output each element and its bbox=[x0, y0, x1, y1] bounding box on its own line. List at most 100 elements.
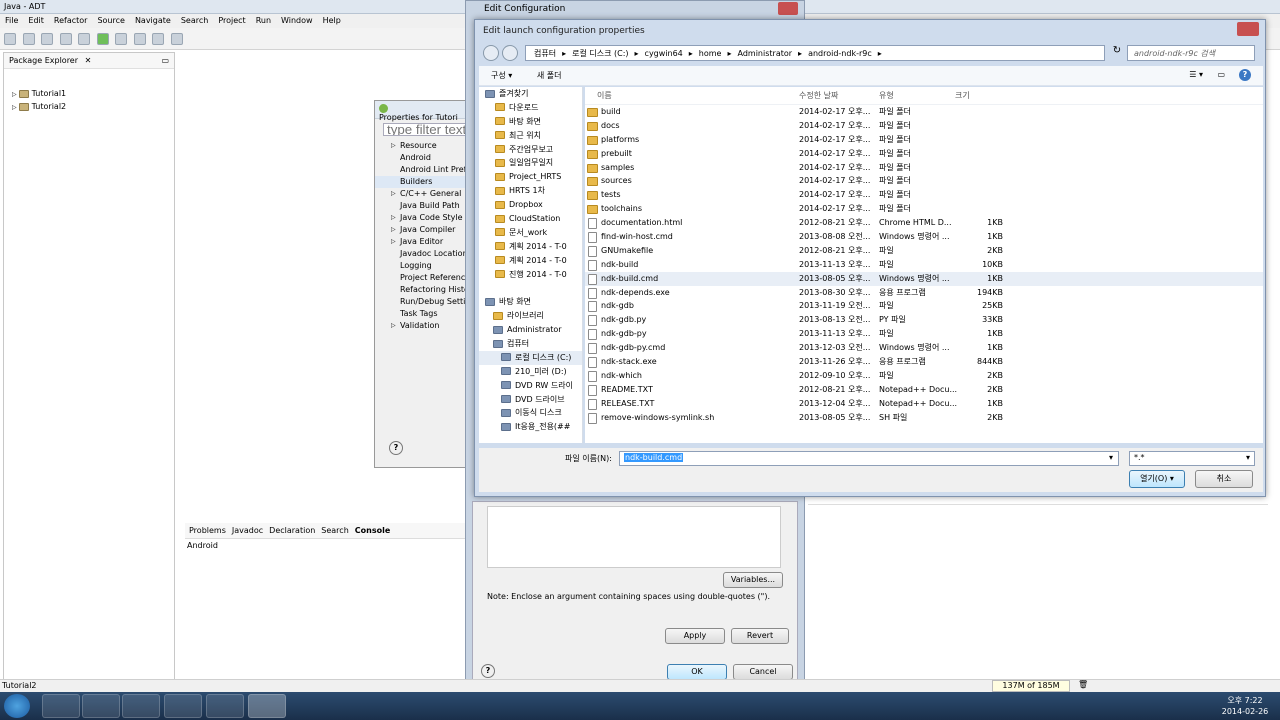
organize-button[interactable]: 구성 ▾ bbox=[491, 71, 512, 80]
properties-category[interactable]: ▷ Java Code Style bbox=[375, 212, 465, 224]
properties-category[interactable]: Run/Debug Setting bbox=[375, 296, 476, 308]
properties-category[interactable]: Task Tags bbox=[375, 308, 465, 320]
properties-category[interactable]: ▷ Java Editor bbox=[375, 236, 465, 248]
breadcrumb-item[interactable]: home bbox=[699, 49, 722, 58]
chevron-right-icon[interactable]: ▸ bbox=[635, 49, 639, 58]
help-icon[interactable]: ? bbox=[1239, 69, 1251, 81]
menu-item[interactable]: Project bbox=[218, 16, 245, 25]
nav-item[interactable]: 계획 2014 - T-0 bbox=[479, 254, 582, 268]
chevron-right-icon[interactable]: ▸ bbox=[562, 49, 566, 58]
file-row[interactable]: documentation.html 2012-08-21 오후... Chrome… bbox=[585, 216, 1263, 230]
android-sdk-icon[interactable] bbox=[59, 33, 72, 45]
folder-icon[interactable] bbox=[122, 694, 160, 718]
properties-category[interactable]: Android bbox=[375, 152, 465, 164]
expand-icon[interactable]: ▷ bbox=[391, 188, 396, 200]
file-row[interactable]: ndk-gdb-py 2013-11-13 오후... 파일 1KB bbox=[585, 327, 1263, 341]
menu-item[interactable]: Window bbox=[281, 16, 313, 25]
nav-item[interactable]: It응용_전용(## bbox=[479, 420, 582, 434]
back-icon[interactable] bbox=[152, 33, 165, 45]
variables-button[interactable]: Variables... bbox=[723, 572, 783, 588]
project-item[interactable]: ▷ Tutorial1 bbox=[4, 87, 174, 100]
breadcrumb-item[interactable]: 로컬 디스크 (C:) bbox=[572, 49, 628, 58]
clock[interactable]: 오후 7:22 2014-02-26 bbox=[1218, 695, 1272, 717]
back-icon[interactable] bbox=[483, 45, 499, 61]
menu-item[interactable]: Source bbox=[97, 16, 124, 25]
properties-category[interactable]: Android Lint Prefe bbox=[375, 164, 471, 176]
file-row[interactable]: samples 2014-02-17 오후... 파일 폴더 bbox=[585, 161, 1263, 175]
breadcrumb-item[interactable]: Administrator bbox=[738, 49, 793, 58]
project-item[interactable]: ▷ Tutorial2 bbox=[4, 100, 174, 113]
file-row[interactable]: build 2014-02-17 오후... 파일 폴더 bbox=[585, 105, 1263, 119]
file-row[interactable]: ndk-gdb.py 2013-08-13 오전... PY 파일 33KB bbox=[585, 313, 1263, 327]
file-row[interactable]: ndk-gdb 2013-11-19 오전... 파일 25KB bbox=[585, 299, 1263, 313]
properties-category[interactable]: Java Build Path bbox=[375, 200, 465, 212]
expand-icon[interactable]: ▷ bbox=[391, 236, 396, 248]
breadcrumb-item[interactable]: android-ndk-r9c bbox=[808, 49, 872, 58]
column-size[interactable]: 크기 bbox=[955, 87, 970, 105]
chevron-right-icon[interactable]: ▸ bbox=[727, 49, 731, 58]
chevron-right-icon[interactable]: ▸ bbox=[878, 49, 882, 58]
nav-item[interactable]: 즐겨찾기 bbox=[479, 87, 582, 101]
properties-category[interactable]: ▷ C/C++ General bbox=[375, 188, 465, 200]
close-icon[interactable]: ✕ bbox=[85, 56, 92, 65]
revert-button[interactable]: Revert bbox=[731, 628, 789, 644]
chevron-right-icon[interactable]: ▸ bbox=[689, 49, 693, 58]
file-row[interactable]: tests 2014-02-17 오후... 파일 폴더 bbox=[585, 188, 1263, 202]
properties-category[interactable]: ▷ Java Compiler bbox=[375, 224, 465, 236]
close-icon[interactable] bbox=[1237, 22, 1259, 36]
run-icon[interactable] bbox=[96, 33, 109, 45]
nav-item[interactable]: 문서_work bbox=[479, 226, 582, 240]
taskbar-app-icon[interactable] bbox=[42, 694, 80, 718]
file-row[interactable]: README.TXT 2012-08-21 오후... Notepad++ Docu… bbox=[585, 383, 1263, 397]
file-row[interactable]: GNUmakefile 2012-08-21 오후... 파일 2KB bbox=[585, 244, 1263, 258]
file-row[interactable]: ndk-build 2013-11-13 오후... 파일 10KB bbox=[585, 258, 1263, 272]
eclipse-icon[interactable] bbox=[248, 694, 286, 718]
properties-category[interactable]: ▷ Validation bbox=[375, 320, 465, 332]
forward-icon[interactable] bbox=[502, 45, 518, 61]
nav-item[interactable]: CloudStation bbox=[479, 212, 582, 226]
file-row[interactable]: ndk-depends.exe 2013-08-30 오후... 응용 프로그램 19… bbox=[585, 286, 1263, 300]
search-input[interactable]: android-ndk-r9c 검색 bbox=[1127, 45, 1255, 61]
nav-item[interactable]: Project_HRTS bbox=[479, 170, 582, 184]
ok-button[interactable]: OK bbox=[667, 664, 727, 680]
chevron-right-icon[interactable]: ▸ bbox=[798, 49, 802, 58]
breadcrumb-item[interactable]: cygwin64 bbox=[645, 49, 683, 58]
gc-icon[interactable]: 🗑 bbox=[1078, 680, 1088, 689]
expand-icon[interactable]: ▷ bbox=[12, 104, 17, 111]
nav-item[interactable]: 다운로드 bbox=[479, 101, 582, 115]
file-row[interactable]: platforms 2014-02-17 오후... 파일 폴더 bbox=[585, 133, 1263, 147]
nav-item[interactable]: DVD 드라이브 bbox=[479, 393, 582, 407]
expand-icon[interactable]: ▷ bbox=[391, 224, 396, 236]
nav-item[interactable]: 바탕 화면 bbox=[479, 115, 582, 129]
properties-category[interactable]: ▷ Resource bbox=[375, 140, 465, 152]
minimize-icon[interactable]: ▭ bbox=[161, 56, 169, 65]
column-name[interactable]: 이름 bbox=[597, 87, 612, 105]
file-row[interactable]: docs 2014-02-17 오후... 파일 폴더 bbox=[585, 119, 1263, 133]
cancel-button[interactable]: 취소 bbox=[1195, 470, 1253, 488]
file-row[interactable]: remove-windows-symlink.sh 2013-08-05 오후..… bbox=[585, 411, 1263, 425]
nav-item[interactable]: 이동식 디스크 bbox=[479, 406, 582, 420]
console-tab[interactable]: Console bbox=[355, 526, 391, 535]
file-row[interactable]: ndk-gdb-py.cmd 2013-12-03 오전... Windows 명령… bbox=[585, 341, 1263, 355]
new-icon[interactable] bbox=[4, 33, 16, 45]
file-row[interactable]: ndk-build.cmd 2013-08-05 오후... Windows 명령어… bbox=[585, 271, 1263, 286]
chrome-icon[interactable] bbox=[164, 694, 202, 718]
file-row[interactable]: sources 2014-02-17 오후... 파일 폴더 bbox=[585, 174, 1263, 188]
filetype-select[interactable]: *.* ▾ bbox=[1129, 451, 1255, 466]
nav-item[interactable]: 210_미러 (D:) bbox=[479, 365, 582, 379]
chevron-down-icon[interactable]: ▾ bbox=[1108, 453, 1114, 462]
menu-item[interactable]: Run bbox=[256, 16, 271, 25]
nav-item[interactable]: DVD RW 드라이 bbox=[479, 379, 582, 393]
console-tab[interactable]: Problems bbox=[189, 526, 226, 535]
properties-category[interactable]: Refactoring Histor bbox=[375, 284, 472, 296]
menu-item[interactable]: Refactor bbox=[54, 16, 88, 25]
nav-item[interactable]: 컴퓨터 bbox=[479, 337, 582, 351]
search-icon[interactable] bbox=[133, 33, 146, 45]
properties-category[interactable]: Project References bbox=[375, 272, 474, 284]
expand-icon[interactable]: ▷ bbox=[391, 140, 396, 152]
expand-icon[interactable]: ▷ bbox=[391, 320, 396, 332]
help-icon[interactable]: ? bbox=[389, 441, 403, 455]
menu-item[interactable]: Search bbox=[181, 16, 208, 25]
nav-item[interactable]: 로컬 디스크 (C:) bbox=[479, 350, 582, 365]
properties-category[interactable]: Logging bbox=[375, 260, 465, 272]
